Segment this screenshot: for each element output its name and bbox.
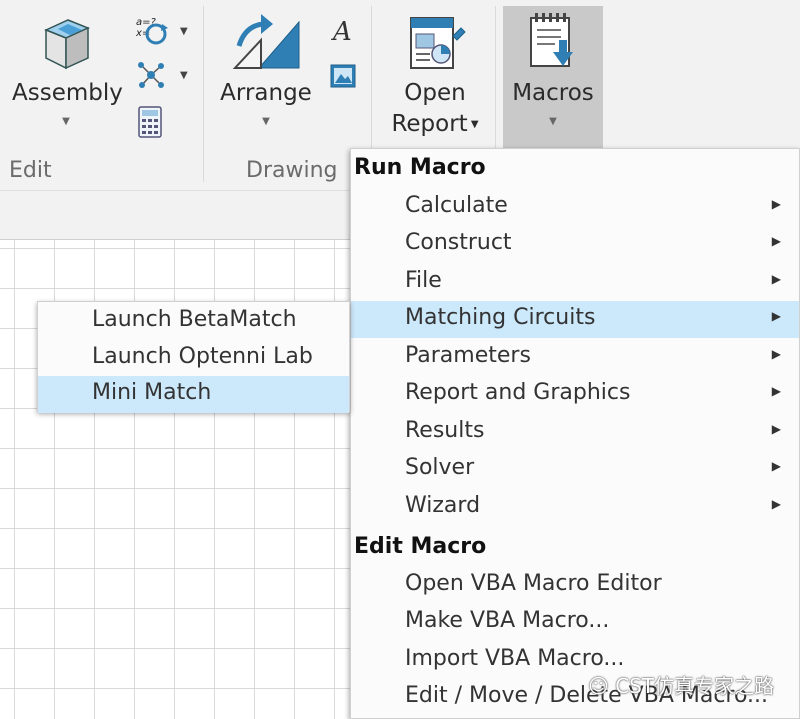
submenu-arrow-icon: ▶ (771, 497, 781, 511)
macros-button[interactable]: Macros ▼ (503, 2, 603, 129)
matching-circuits-submenu: Launch BetaMatch Launch Optenni Lab Mini… (37, 301, 350, 413)
submenu-arrow-icon: ▶ (771, 309, 781, 323)
picture-icon[interactable] (330, 64, 356, 92)
chevron-down-icon: ▼ (467, 119, 479, 130)
menu-item-wizard[interactable]: Wizard ▶ (351, 489, 799, 526)
macros-label: Macros (512, 80, 594, 106)
menu-item-solver[interactable]: Solver ▶ (351, 451, 799, 488)
menu-item-label: Report and Graphics (405, 380, 631, 405)
submenu-arrow-icon: ▶ (771, 347, 781, 361)
submenu-item-mini-match[interactable]: Mini Match (38, 376, 349, 413)
chevron-down-icon: ▼ (62, 116, 70, 127)
menu-item-calculate[interactable]: Calculate ▶ (351, 189, 799, 226)
chevron-down-icon: ▼ (262, 116, 270, 127)
submenu-arrow-icon: ▶ (771, 384, 781, 398)
menu-item-label: Open VBA Macro Editor (405, 571, 662, 596)
menu-item-open-vba-macro-editor[interactable]: Open VBA Macro Editor (351, 567, 799, 604)
menu-item-label: Launch BetaMatch (92, 307, 297, 332)
arrange-icon (232, 14, 300, 69)
submenu-arrow-icon: ▶ (771, 197, 781, 211)
text-icon[interactable]: A (330, 14, 356, 50)
assembly-cube-icon (44, 19, 90, 70)
calculator-icon[interactable] (138, 106, 162, 142)
menu-item-matching-circuits[interactable]: Matching Circuits ▶ (351, 301, 799, 338)
menu-item-label: Mini Match (92, 380, 212, 405)
drawing-group-label: Drawing (246, 158, 338, 183)
edit-macro-header: Edit Macro (354, 534, 487, 559)
submenu-arrow-icon: ▶ (771, 234, 781, 248)
formula-refresh-icon[interactable]: a=? x= (134, 14, 170, 52)
menu-item-label: Import VBA Macro... (405, 646, 625, 671)
group-separator (203, 6, 204, 182)
arrange-button[interactable]: Arrange ▼ (218, 2, 314, 129)
menu-item-label: Calculate (405, 193, 508, 218)
submenu-arrow-icon: ▶ (771, 459, 781, 473)
assembly-button[interactable]: Assembly ▼ (12, 2, 123, 129)
svg-text:A: A (331, 17, 352, 46)
submenu-arrow-icon: ▶ (771, 272, 781, 286)
menu-item-construct[interactable]: Construct ▶ (351, 226, 799, 263)
run-macro-header: Run Macro (354, 155, 486, 180)
open-report-label-line2: Report ▼ (391, 111, 479, 137)
report-icon (410, 17, 466, 69)
chevron-down-icon[interactable]: ▼ (180, 70, 188, 81)
menu-item-label: Matching Circuits (405, 305, 596, 330)
open-report-label-line1: Open (404, 80, 466, 106)
watermark: ☺ CST仿真专家之路 (588, 670, 774, 699)
menu-item-label: File (405, 268, 442, 293)
wechat-icon: ☺ (588, 674, 609, 698)
macros-dropdown-menu: Run Macro Calculate ▶ Construct ▶ File ▶… (350, 148, 800, 719)
macros-icon (530, 13, 573, 67)
menu-item-label: Launch Optenni Lab (92, 344, 313, 369)
open-report-button[interactable]: Open Report ▼ (383, 2, 487, 140)
chevron-down-icon: ▼ (549, 116, 557, 127)
edit-group-label: Edit (9, 158, 52, 183)
arrange-label: Arrange (220, 80, 312, 106)
menu-item-label: Results (405, 418, 485, 443)
submenu-arrow-icon: ▶ (771, 422, 781, 436)
menu-item-file[interactable]: File ▶ (351, 264, 799, 301)
menu-item-label: Parameters (405, 343, 531, 368)
menu-item-label: Solver (405, 455, 475, 480)
assembly-label: Assembly (12, 80, 123, 106)
chevron-down-icon[interactable]: ▼ (180, 26, 188, 37)
menu-item-make-vba-macro[interactable]: Make VBA Macro... (351, 604, 799, 641)
submenu-item-launch-betamatch[interactable]: Launch BetaMatch (38, 303, 349, 340)
network-nodes-icon[interactable] (136, 60, 166, 94)
menu-item-label: Make VBA Macro... (405, 608, 610, 633)
menu-item-results[interactable]: Results ▶ (351, 414, 799, 451)
menu-item-label: Wizard (405, 493, 481, 518)
menu-item-report-and-graphics[interactable]: Report and Graphics ▶ (351, 376, 799, 413)
menu-item-label: Construct (405, 230, 512, 255)
submenu-item-launch-optenni-lab[interactable]: Launch Optenni Lab (38, 340, 349, 377)
menu-item-parameters[interactable]: Parameters ▶ (351, 339, 799, 376)
watermark-text: CST仿真专家之路 (615, 674, 775, 698)
